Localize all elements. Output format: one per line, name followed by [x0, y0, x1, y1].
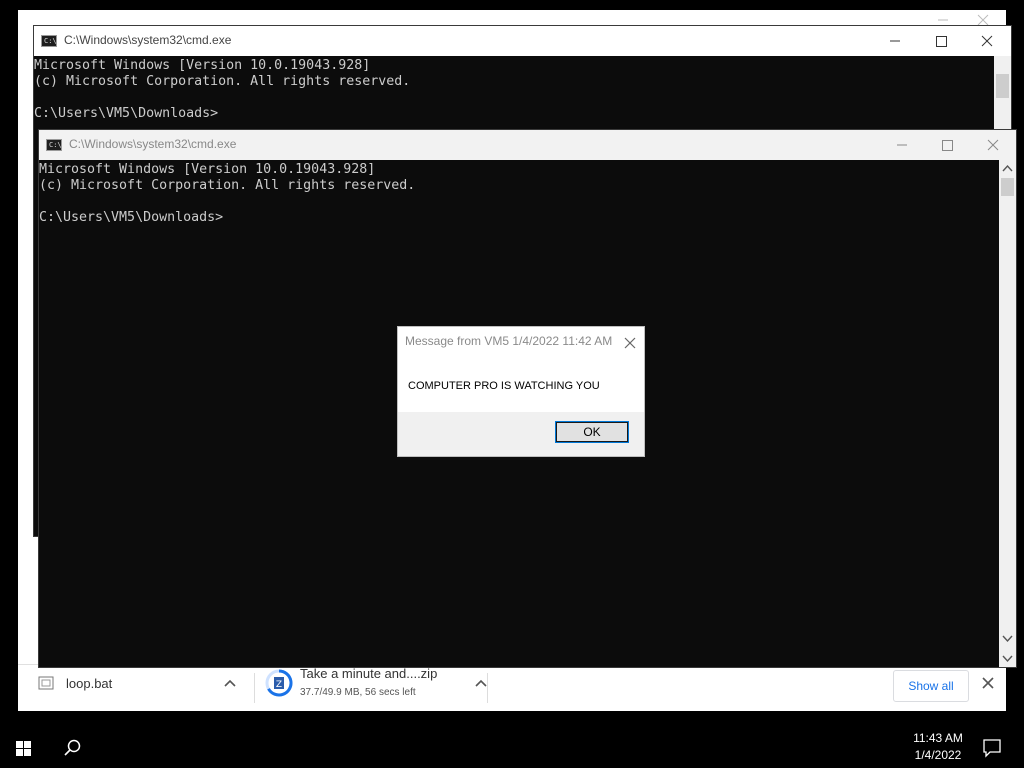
download-divider	[487, 673, 488, 703]
close-icon[interactable]	[620, 333, 640, 353]
notification-icon[interactable]	[976, 728, 1016, 768]
download-status: 37.7/49.9 MB, 56 secs left	[300, 687, 416, 698]
download-filename: Take a minute and....zip	[300, 666, 438, 681]
download-filename: loop.bat	[66, 676, 113, 691]
dialog-title: Message from VM5 1/4/2022 11:42 AM	[405, 334, 613, 348]
clock-time: 11:43 AM	[913, 731, 963, 745]
clock-date: 1/4/2022	[914, 748, 962, 762]
console-titlebar[interactable]: C:\ C:\Windows\system32\cmd.exe	[34, 26, 1011, 56]
minimize-icon[interactable]	[879, 130, 925, 160]
scrollbar[interactable]	[999, 160, 1016, 667]
dialog-message: COMPUTER PRO IS WATCHING YOU	[408, 380, 600, 392]
windows-start-icon[interactable]	[0, 728, 48, 768]
show-all-button[interactable]: Show all	[893, 670, 969, 702]
maximize-icon[interactable]	[924, 130, 970, 160]
cmd-icon: C:\	[46, 139, 62, 151]
close-icon[interactable]	[964, 26, 1010, 56]
scrollbar-thumb[interactable]	[1001, 178, 1014, 196]
download-progress-icon: Z	[265, 669, 293, 697]
scroll-down-arrow-icon[interactable]	[999, 630, 1016, 647]
close-icon[interactable]	[978, 673, 998, 693]
console-title: C:\Windows\system32\cmd.exe	[64, 33, 232, 47]
search-icon[interactable]	[48, 728, 96, 768]
dialog-footer: OK	[398, 412, 644, 456]
chevron-up-icon[interactable]	[469, 672, 493, 696]
chevron-up-icon[interactable]	[218, 672, 242, 696]
taskbar: 11:43 AM 1/4/2022	[0, 728, 1024, 768]
scroll-up-arrow-icon[interactable]	[999, 160, 1016, 177]
console-title: C:\Windows\system32\cmd.exe	[69, 137, 237, 151]
downloads-bar: loop.bat Z Take a minute and....zip 37.7…	[18, 664, 1006, 711]
message-dialog: Message from VM5 1/4/2022 11:42 AM COMPU…	[397, 326, 645, 457]
console-output: Microsoft Windows [Version 10.0.19043.92…	[39, 162, 416, 225]
clock[interactable]: 11:43 AM 1/4/2022	[906, 730, 970, 766]
svg-text:Z: Z	[276, 680, 282, 690]
maximize-icon[interactable]	[918, 26, 964, 56]
cmd-icon: C:\	[41, 35, 57, 47]
ok-button[interactable]: OK	[555, 421, 629, 443]
minimize-icon[interactable]	[872, 26, 918, 56]
scroll-down-arrow-icon[interactable]	[999, 650, 1016, 667]
close-icon[interactable]	[970, 130, 1016, 160]
scrollbar-thumb[interactable]	[996, 74, 1009, 98]
console-titlebar[interactable]: C:\ C:\Windows\system32\cmd.exe	[39, 130, 1016, 160]
file-icon	[38, 676, 54, 690]
download-item-zip[interactable]: Z Take a minute and....zip 37.7/49.9 MB,…	[255, 665, 487, 711]
console-output: Microsoft Windows [Version 10.0.19043.92…	[34, 58, 411, 121]
download-item-loop[interactable]: loop.bat	[18, 665, 254, 711]
